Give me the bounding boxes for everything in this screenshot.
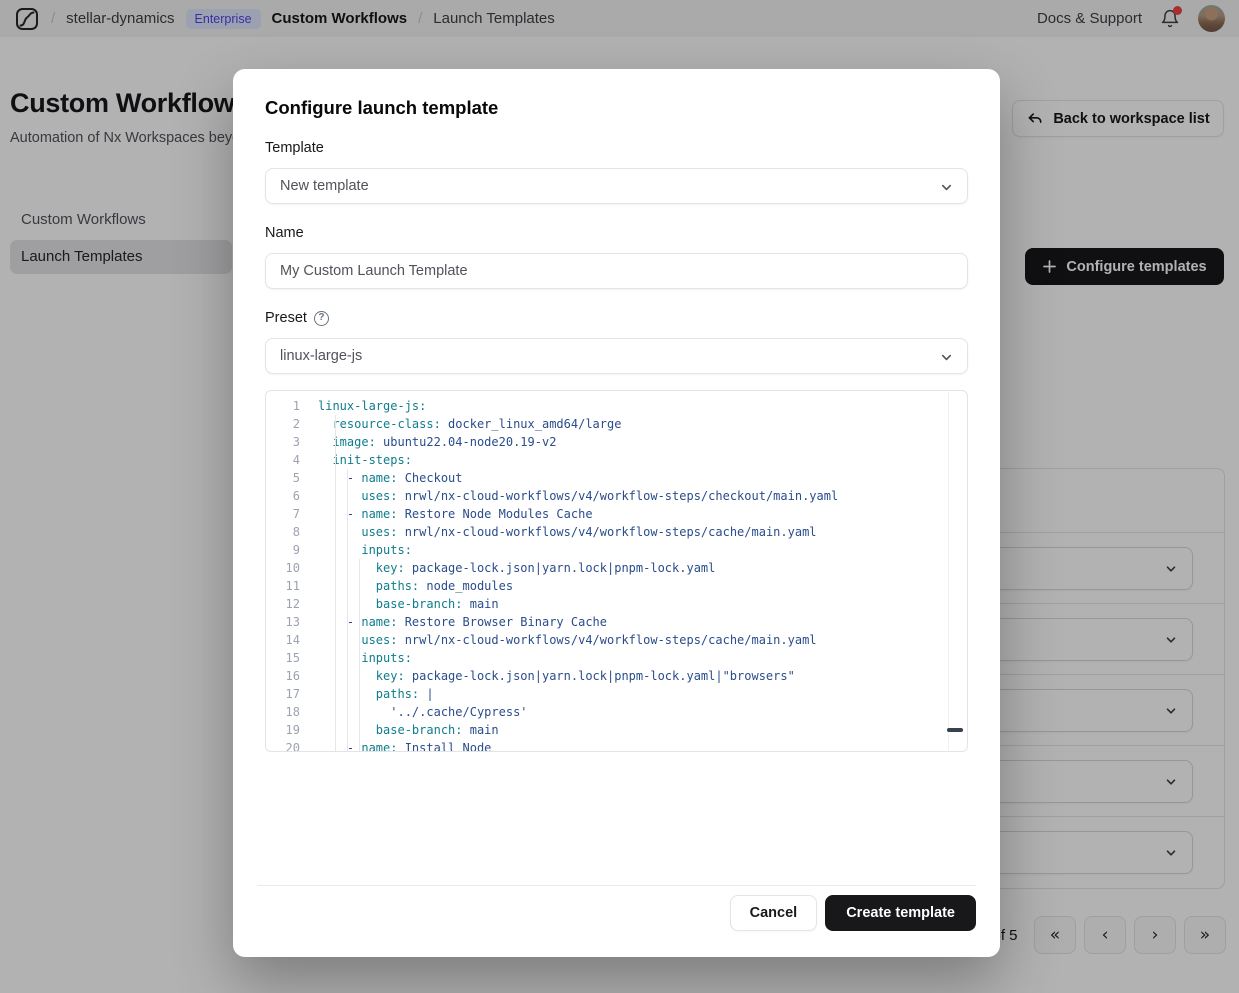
code-line: - name: Install Node: [318, 739, 967, 751]
line-number: 14: [266, 631, 314, 649]
chevron-down-icon: [939, 350, 954, 365]
indent-guide: [347, 469, 348, 751]
editor-scrollbar-thumb[interactable]: [947, 728, 963, 732]
indent-guide: [335, 415, 336, 751]
editor-scrollbar-track: [948, 392, 949, 750]
code-line: uses: nrwl/nx-cloud-workflows/v4/workflo…: [318, 523, 967, 541]
code-line: '../.cache/Cypress': [318, 703, 967, 721]
code-line: inputs:: [318, 649, 967, 667]
line-number: 17: [266, 685, 314, 703]
line-number: 4: [266, 451, 314, 469]
line-number: 11: [266, 577, 314, 595]
code-line: - name: Checkout: [318, 469, 967, 487]
modal-title: Configure launch template: [265, 97, 968, 119]
code-line: key: package-lock.json|yarn.lock|pnpm-lo…: [318, 667, 967, 685]
line-number: 8: [266, 523, 314, 541]
line-number: 10: [266, 559, 314, 577]
template-select[interactable]: New template: [265, 168, 968, 204]
editor-code[interactable]: linux-large-js: resource-class: docker_l…: [314, 391, 967, 751]
cancel-button[interactable]: Cancel: [730, 895, 818, 931]
line-number: 2: [266, 415, 314, 433]
line-number: 6: [266, 487, 314, 505]
name-label: Name: [265, 225, 968, 241]
code-line: paths: |: [318, 685, 967, 703]
line-number: 12: [266, 595, 314, 613]
preset-label: Preset ?: [265, 310, 968, 326]
line-number: 13: [266, 613, 314, 631]
line-number: 3: [266, 433, 314, 451]
line-number: 9: [266, 541, 314, 559]
modal-footer: Cancel Create template: [265, 895, 976, 931]
line-number: 5: [266, 469, 314, 487]
code-line: image: ubuntu22.04-node20.19-v2: [318, 433, 967, 451]
configure-launch-template-modal: Configure launch template Template New t…: [233, 69, 1000, 957]
line-number: 18: [266, 703, 314, 721]
code-line: - name: Restore Node Modules Cache: [318, 505, 967, 523]
code-line: key: package-lock.json|yarn.lock|pnpm-lo…: [318, 559, 967, 577]
modal-footer-divider: [257, 885, 976, 886]
code-line: init-steps:: [318, 451, 967, 469]
line-number: 15: [266, 649, 314, 667]
code-editor[interactable]: 1234567891011121314151617181920 linux-la…: [265, 390, 968, 752]
code-line: base-branch: main: [318, 721, 967, 739]
code-line: resource-class: docker_linux_amd64/large: [318, 415, 967, 433]
template-label: Template: [265, 140, 968, 156]
code-line: uses: nrwl/nx-cloud-workflows/v4/workflo…: [318, 631, 967, 649]
code-line: uses: nrwl/nx-cloud-workflows/v4/workflo…: [318, 487, 967, 505]
help-icon[interactable]: ?: [314, 311, 329, 326]
name-input[interactable]: [265, 253, 968, 289]
line-number: 20: [266, 739, 314, 752]
editor-line-numbers: 1234567891011121314151617181920: [266, 391, 314, 751]
line-number: 7: [266, 505, 314, 523]
preset-select[interactable]: linux-large-js: [265, 338, 968, 374]
code-line: - name: Restore Browser Binary Cache: [318, 613, 967, 631]
code-line: inputs:: [318, 541, 967, 559]
code-line: base-branch: main: [318, 595, 967, 613]
code-line: linux-large-js:: [318, 397, 967, 415]
chevron-down-icon: [939, 180, 954, 195]
indent-guide: [359, 559, 360, 751]
line-number: 19: [266, 721, 314, 739]
create-template-button[interactable]: Create template: [825, 895, 976, 931]
line-number: 1: [266, 397, 314, 415]
line-number: 16: [266, 667, 314, 685]
code-line: paths: node_modules: [318, 577, 967, 595]
